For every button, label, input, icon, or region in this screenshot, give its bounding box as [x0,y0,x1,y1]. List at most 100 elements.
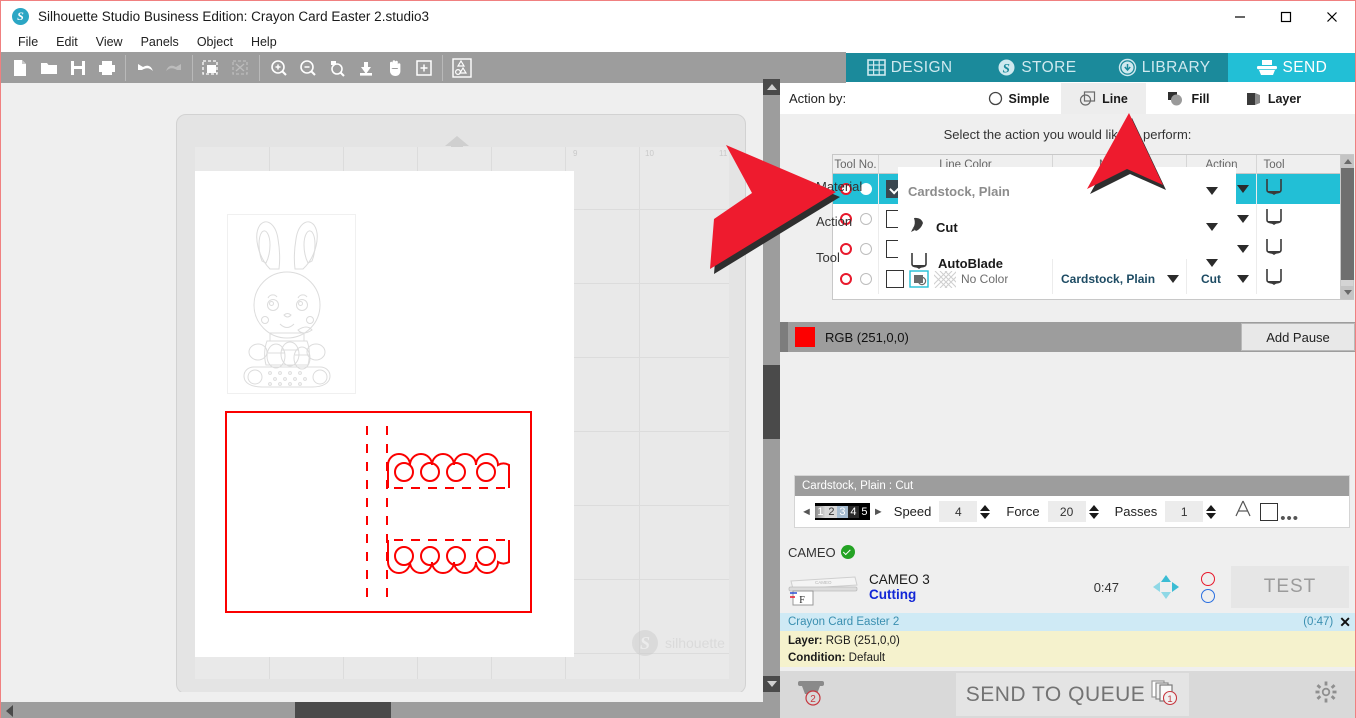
redo-icon[interactable] [159,53,188,82]
nav-tab-store[interactable]: S STORE [973,53,1101,82]
nav-tab-send[interactable]: SEND [1227,53,1355,82]
maximize-icon[interactable] [1263,1,1309,32]
tool-cell[interactable] [1257,234,1291,264]
undo-icon[interactable] [130,53,159,82]
vertical-scroll-thumb[interactable] [763,365,780,439]
menu-item-view[interactable]: View [87,35,132,49]
tool-2-radio[interactable] [859,213,872,225]
print-queue-icon[interactable]: 2 [796,677,830,712]
row-enable-checkbox[interactable] [886,270,904,288]
zoom-in-icon[interactable] [264,53,293,82]
design-canvas-area[interactable]: 9 10 11 12 [1,91,802,694]
menu-item-object[interactable]: Object [188,35,242,49]
tool-1-radio[interactable] [839,243,852,255]
chevron-down-icon[interactable] [1206,259,1218,267]
chevron-down-icon[interactable] [1237,275,1249,283]
tool-dropdown[interactable]: AutoBlade [908,248,1230,278]
more-options-icon[interactable]: ••• [1280,510,1299,527]
table-scroll-thumb[interactable] [1341,168,1354,280]
speed-value[interactable]: 4 [939,501,978,522]
depth-increase-icon[interactable]: ► [873,506,884,518]
save-icon[interactable] [63,53,92,82]
canvas-horizontal-scrollbar[interactable] [1,702,780,718]
table-scroll-down-button[interactable] [1341,286,1354,299]
blade-cap-icon[interactable] [1232,499,1254,524]
zoom-out-icon[interactable] [293,53,322,82]
new-document-icon[interactable] [5,53,34,82]
tool-cell[interactable] [1257,204,1291,234]
menu-item-help[interactable]: Help [242,35,286,49]
canvas-vertical-scrollbar[interactable] [763,79,780,692]
action-dropdown[interactable]: Cut [908,212,1230,242]
passes-value[interactable]: 1 [1165,501,1204,522]
mode-tab-layer[interactable]: Layer [1231,83,1316,114]
blade-depth-control[interactable]: ◄ 1 2 3 4 5 ► [801,503,884,520]
nav-tab-design[interactable]: DESIGN [846,53,974,82]
speed-stepper[interactable] [980,504,991,519]
carriage-buttons[interactable] [1201,571,1215,603]
zoom-region-icon[interactable] [409,53,438,82]
gear-icon[interactable] [1315,681,1337,708]
layers-icon [1246,91,1262,107]
cutting-machine-icon [1256,59,1278,77]
open-folder-icon[interactable] [34,53,63,82]
chevron-down-icon[interactable] [1237,215,1249,223]
job-layer-key: Layer: [788,635,823,647]
menu-item-edit[interactable]: Edit [47,35,87,49]
fit-to-page-icon[interactable] [351,53,380,82]
scroll-up-button[interactable] [763,79,780,95]
tool-cell[interactable] [1257,264,1291,294]
passes-stepper[interactable] [1206,504,1217,519]
chevron-down-icon[interactable] [1206,223,1218,231]
chevron-down-icon[interactable] [1206,187,1218,195]
machine-header-label: CAMEO [788,544,836,560]
tool-2-radio[interactable] [859,273,872,285]
scroll-down-button[interactable] [763,676,780,692]
add-pause-button[interactable]: Add Pause [1241,323,1355,351]
scroll-left-button[interactable] [1,702,18,718]
minimize-icon[interactable] [1217,1,1263,32]
table-scrollbar[interactable] [1340,155,1354,299]
registration-marks-icon[interactable] [447,53,476,82]
tool-cell[interactable] [1257,174,1291,204]
pan-hand-icon[interactable] [380,53,409,82]
autoblade-icon [908,250,930,277]
tool-1-radio[interactable] [839,273,852,285]
red-circle-icon[interactable] [1201,571,1215,586]
menu-item-panels[interactable]: Panels [132,35,188,49]
job-detail: Layer: RGB (251,0,0) Condition: Default [780,631,1355,667]
selected-color-label: RGB (251,0,0) [825,329,909,345]
cut-lines-artwork[interactable] [224,410,533,614]
copy-selection-icon[interactable] [197,53,226,82]
table-scroll-up-button[interactable] [1341,155,1354,168]
mode-tab-line[interactable]: Line [1061,83,1146,114]
menu-item-file[interactable]: File [9,35,47,49]
nav-tab-library[interactable]: LIBRARY [1100,53,1228,82]
tool-no-cell[interactable] [833,264,879,294]
square-outline-icon[interactable] [1260,502,1279,521]
test-button[interactable]: TEST [1231,566,1349,608]
mode-tab-fill[interactable]: Fill [1146,83,1231,114]
zoom-selection-icon[interactable] [322,53,351,82]
material-dropdown[interactable]: Cardstock, Plain [908,176,1230,206]
dpad-icon[interactable] [1143,574,1189,600]
job-condition-key: Condition: [788,652,846,664]
send-to-queue-button[interactable]: SEND TO QUEUE 1 [955,673,1190,716]
force-stepper[interactable] [1088,504,1099,519]
force-value[interactable]: 20 [1047,501,1086,522]
horizontal-scroll-thumb[interactable] [295,702,391,718]
chevron-down-icon[interactable] [1237,185,1249,193]
print-icon[interactable] [92,53,121,82]
chevron-down-icon[interactable] [1237,245,1249,253]
mode-tab-simple[interactable]: Simple [976,83,1061,114]
depth-decrease-icon[interactable]: ◄ [801,506,812,518]
blade-depth-track[interactable]: 1 2 3 4 5 [814,503,870,520]
tool-2-radio[interactable] [859,243,872,255]
close-icon[interactable]: ✕ [1339,615,1351,629]
svg-text:S: S [1003,61,1011,76]
blue-circle-icon[interactable] [1201,588,1215,603]
passes-label: Passes [1114,504,1158,519]
delete-selection-icon[interactable] [226,53,255,82]
close-icon[interactable] [1309,1,1355,32]
easter-bunny-design[interactable] [227,214,356,394]
